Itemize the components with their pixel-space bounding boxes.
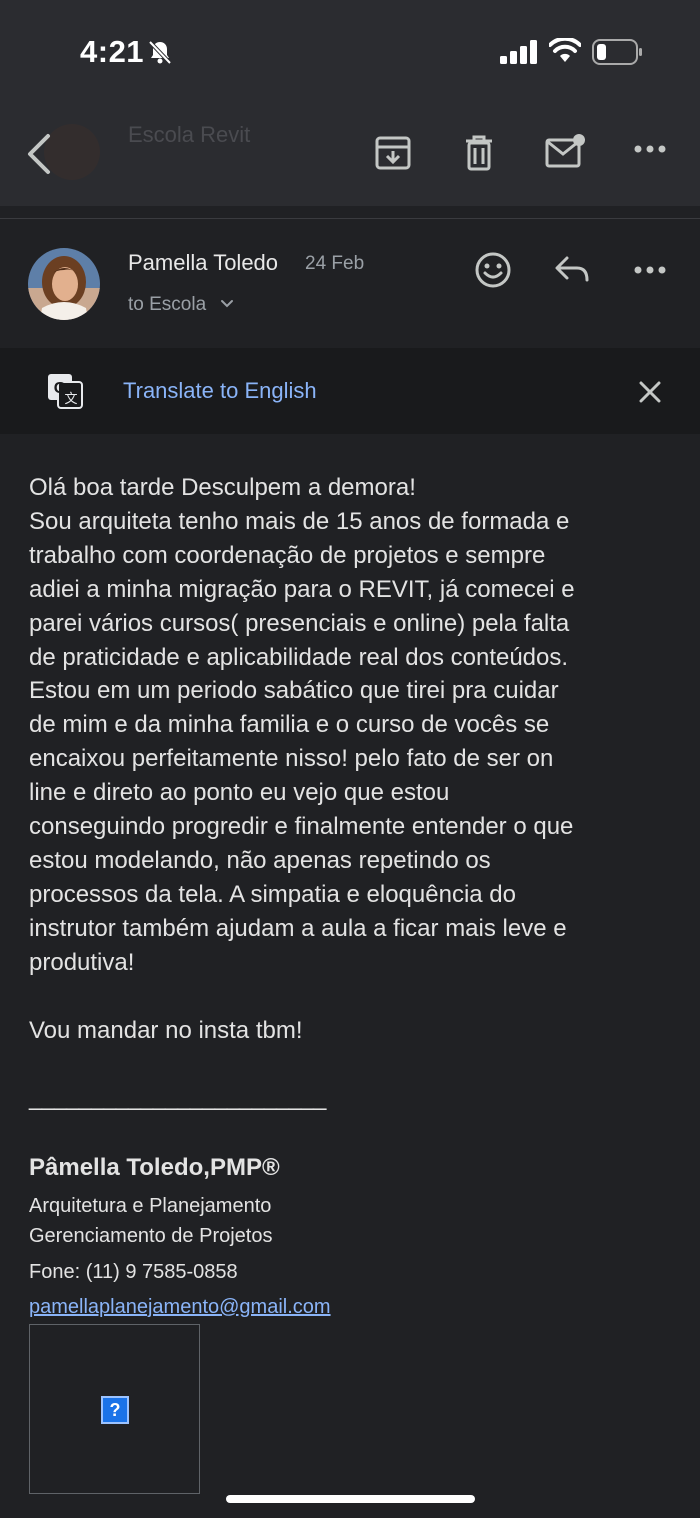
status-time: 4:21 [80,34,145,69]
message-line: de praticidade e aplicabilidade real dos… [29,643,569,671]
message-line: Olá boa tarde Desculpem a demora! [29,474,416,501]
signature-email-link[interactable]: pamellaplanejamento@gmail.com [29,1296,331,1319]
message-body: Olá boa tarde Desculpem a demora! Sou ar… [29,471,679,1048]
back-arrow-icon[interactable] [24,132,54,176]
sender-date: 24 Feb [305,253,365,274]
trash-icon[interactable] [462,134,496,172]
svg-text:文: 文 [64,391,77,406]
app-top-bar: 4:21 Escola Revit [0,0,700,206]
signature-phone: Fone: (11) 9 7585-0858 [29,1261,238,1283]
emoji-icon[interactable] [474,251,512,294]
chevron-down-icon[interactable] [219,297,235,316]
message-line: Estou em um periodo sabático que tirei p… [29,677,559,705]
collapsed-sender-name: Escola Revit [128,122,251,147]
message-line: instrutor também ajudam a aula a ficar m… [29,914,567,942]
mark-unread-icon[interactable] [545,134,587,172]
translate-link[interactable]: Translate to English [123,378,317,404]
message-line: adiei a minha migração para o REVIT, já … [29,575,575,603]
header-divider [0,218,700,219]
broken-image-placeholder: ? [29,1324,200,1494]
wifi-icon [548,36,582,69]
sender-avatar[interactable] [28,248,100,320]
message-toolbar: Escola Revit [0,110,700,200]
recipient-summary[interactable]: to Escola [128,294,206,316]
translate-bar: G 文 Translate to English [0,348,700,434]
message-line: line e direto ao ponto eu vejo que estou [29,779,450,807]
more-icon[interactable] [632,262,668,283]
more-vert-icon[interactable] [630,134,670,164]
message-line: trabalho com coordenação de projetos e s… [29,541,546,569]
archive-icon[interactable] [374,134,412,172]
message-line: estou modelando, não apenas repetindo os [29,846,491,874]
message-line: encaixou perfeitamente nisso! pelo fato … [29,745,554,773]
message-line: produtiva! [29,948,135,976]
google-translate-icon: G 文 [46,372,84,415]
signal-icon [500,40,538,69]
signature-title: Arquitetura e Planejamento [29,1195,272,1217]
bell-slash-icon [146,38,174,66]
signature-separator: ________________________ [29,1084,326,1111]
status-bar: 4:21 [0,0,700,100]
message-line: conseguindo progredir e finalmente enten… [29,813,574,841]
message-line: de mim e da minha familia e o curso de v… [29,711,550,739]
home-indicator[interactable] [226,1495,475,1503]
broken-image-icon: ? [101,1396,129,1424]
message-line: processos da tela. A simpatia e eloquênc… [29,880,516,908]
signature-name: Pâmella Toledo,PMP® [29,1154,280,1181]
signature-subtitle: Gerenciamento de Projetos [29,1225,273,1247]
message-line: Sou arquiteta tenho mais de 15 anos de f… [29,507,570,535]
reply-icon[interactable] [553,254,591,291]
sender-name[interactable]: Pamella Toledo [128,250,278,276]
battery-icon [592,38,644,71]
close-icon[interactable] [636,378,664,411]
message-closing: Vou mandar no insta tbm! [29,1016,303,1044]
message-line: parei vários cursos( presenciais e onlin… [29,609,570,637]
